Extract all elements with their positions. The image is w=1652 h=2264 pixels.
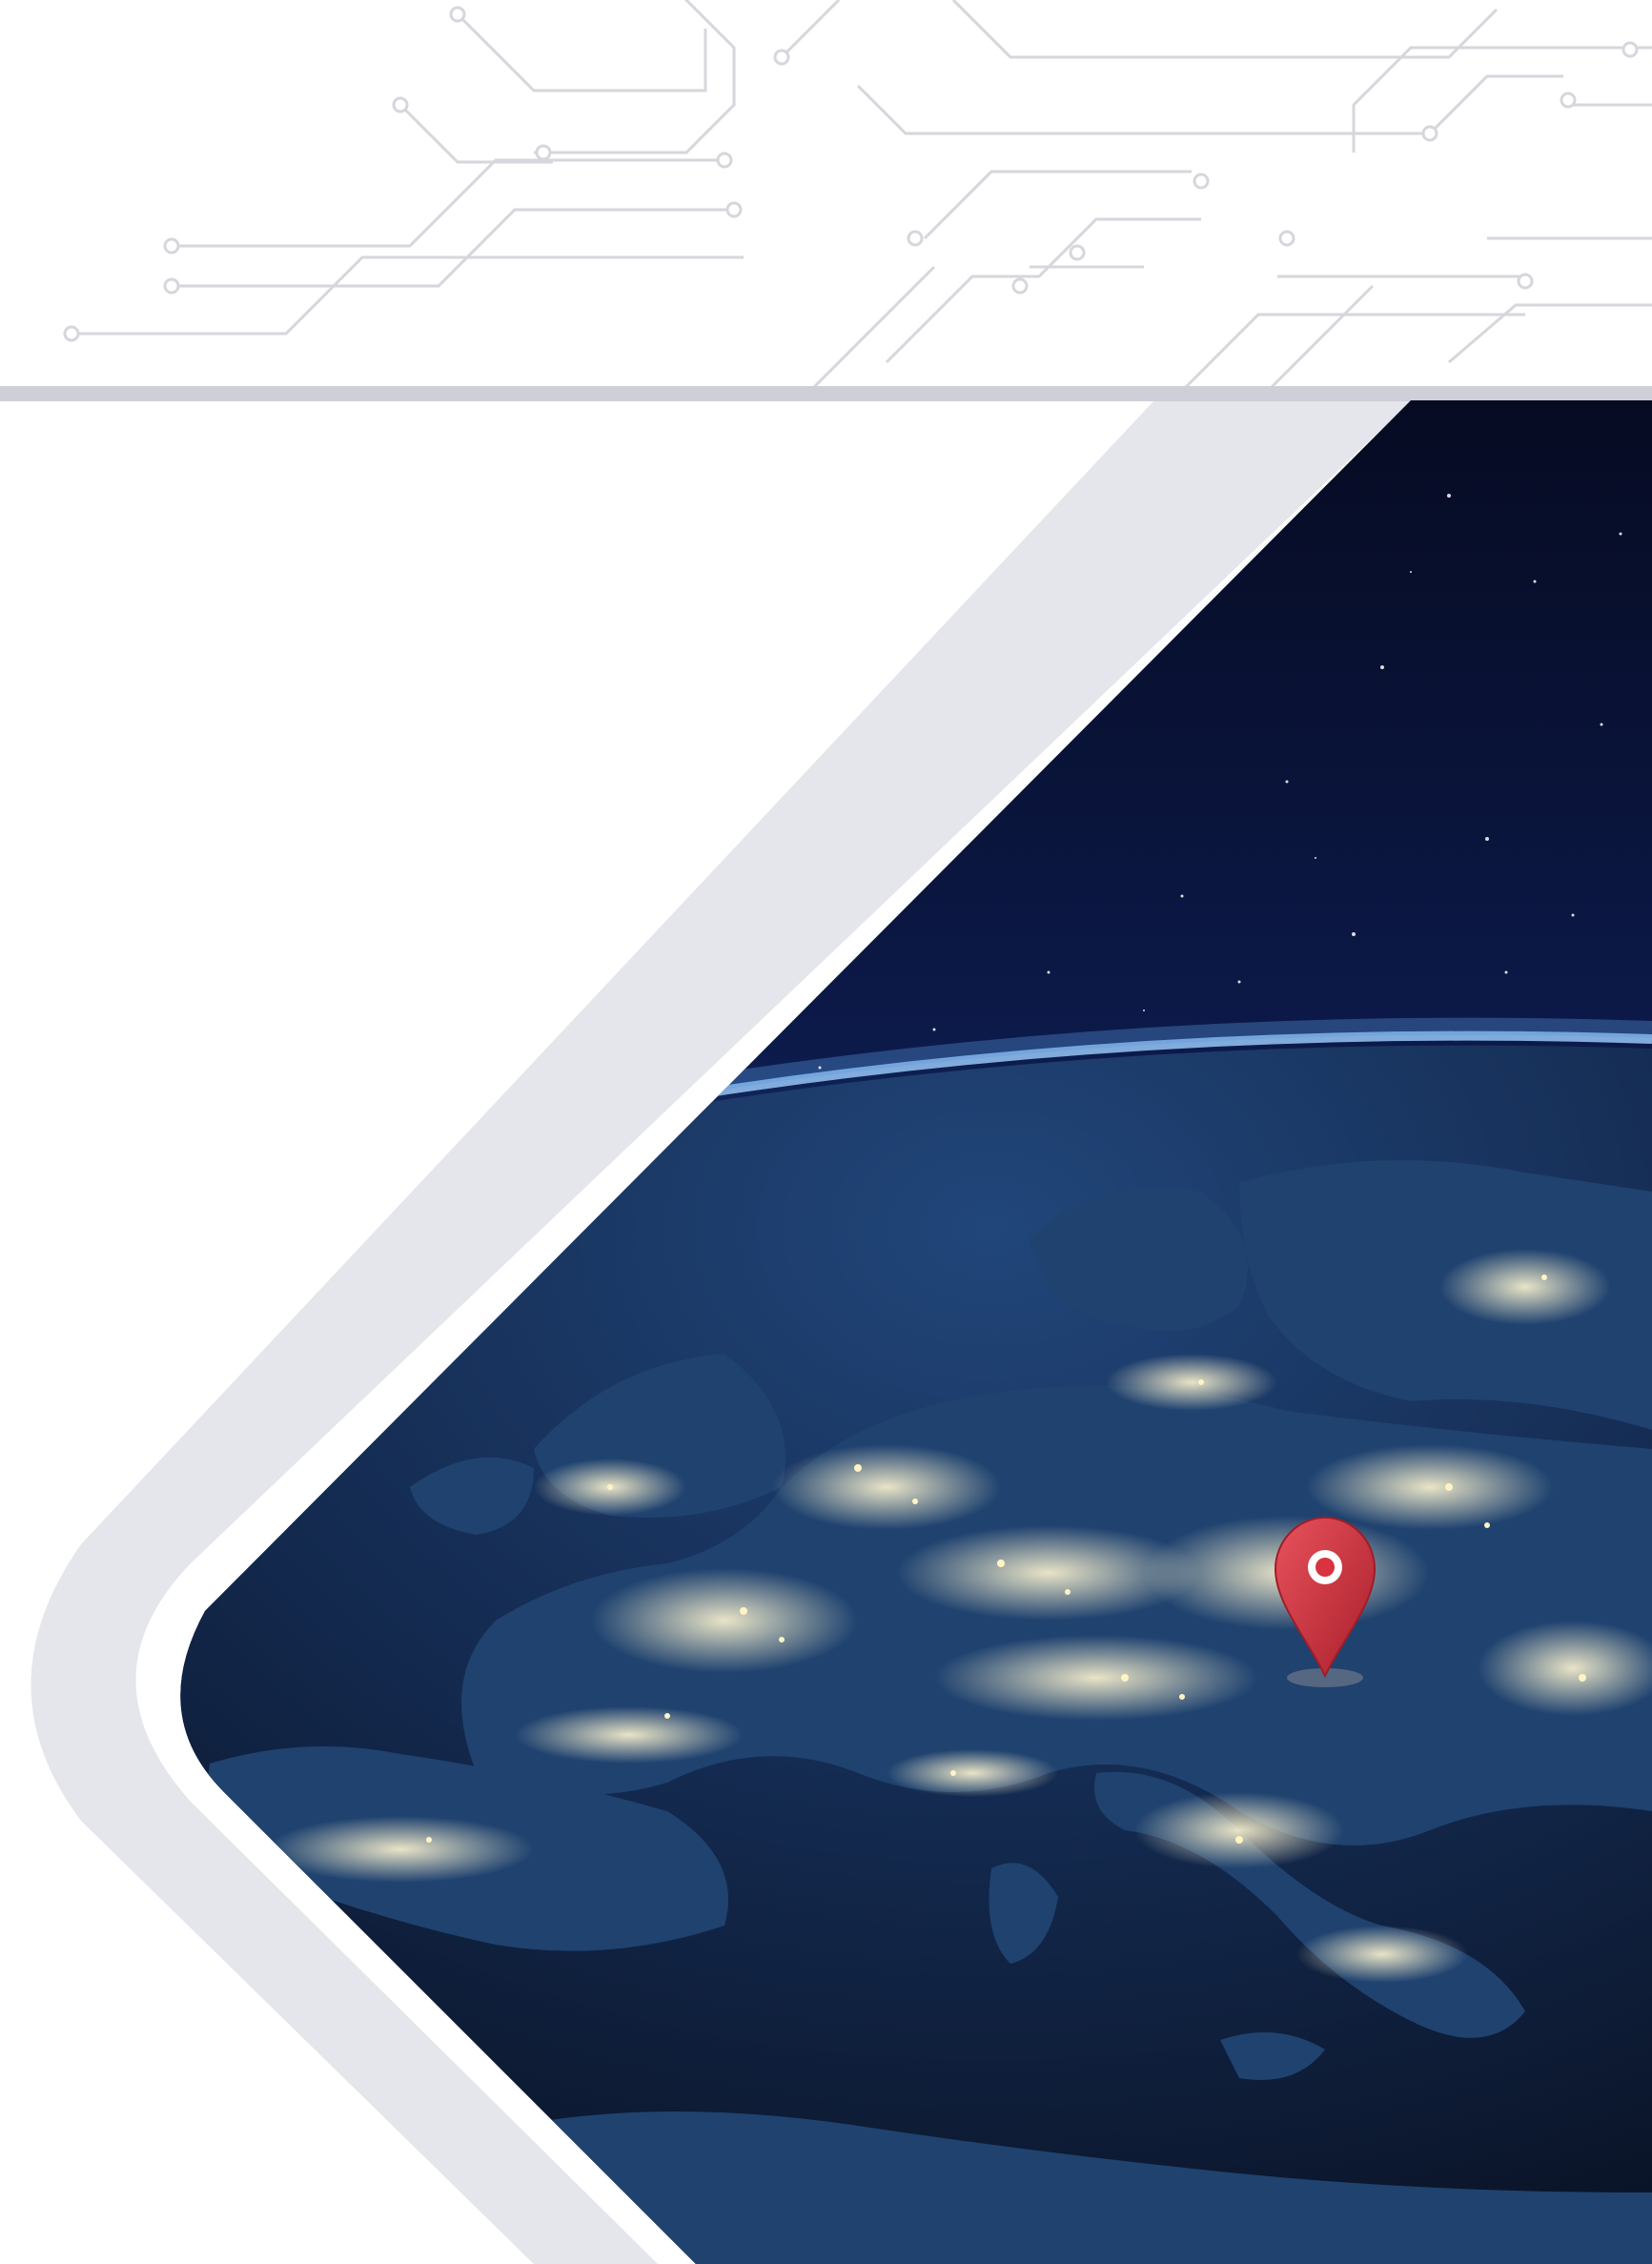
cover-artwork — [0, 0, 1652, 2264]
earth-photo — [180, 400, 1652, 2264]
header-band — [0, 386, 1652, 401]
circuit-pattern — [71, 0, 1652, 393]
